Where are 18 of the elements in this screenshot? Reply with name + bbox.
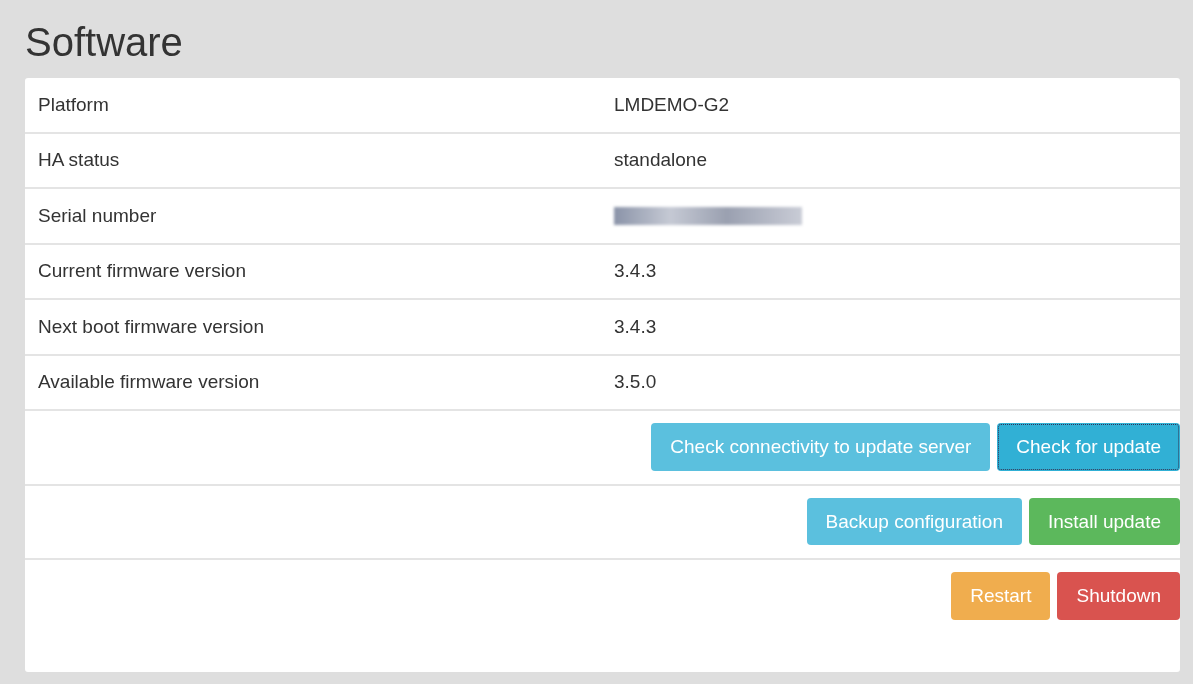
field-label: Serial number	[37, 203, 158, 228]
action-button[interactable]: Shutdown	[1057, 572, 1180, 620]
page-title: Software	[25, 19, 184, 66]
field-value: LMDEMO-G2	[614, 92, 730, 117]
field-label: Platform	[37, 92, 110, 117]
action-button[interactable]: Check for update	[997, 423, 1180, 471]
field-label: Available firmware version	[37, 370, 261, 394]
action-button[interactable]: Restart	[951, 572, 1051, 620]
action-button[interactable]: Install update	[1028, 497, 1180, 546]
action-button[interactable]: Check connectivity to update server	[651, 423, 991, 471]
field-value: 3.4.3	[614, 259, 657, 283]
field-value: 3.4.3	[614, 314, 657, 339]
action-button[interactable]: Backup configuration	[806, 497, 1022, 546]
field-label: Current firmware version	[37, 259, 247, 283]
field-label: Next boot firmware version	[37, 314, 265, 339]
field-label: HA status	[37, 148, 121, 172]
field-value: 3.5.0	[614, 370, 657, 394]
field-value: standalone	[614, 148, 707, 172]
